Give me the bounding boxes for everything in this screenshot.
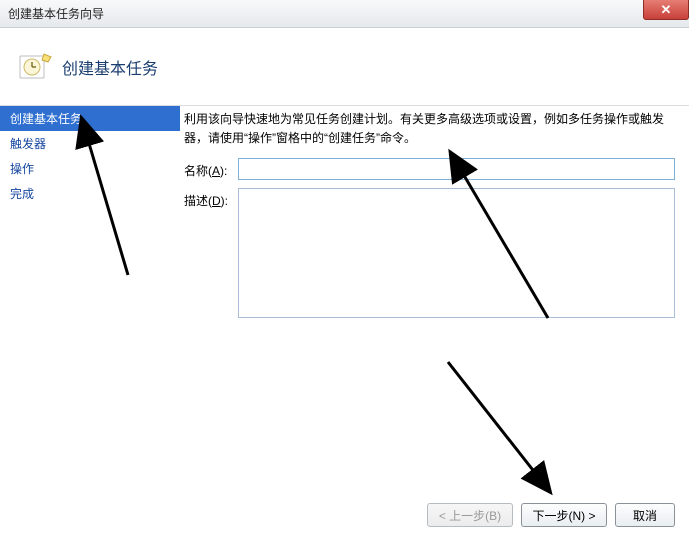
back-button-label: < 上一步(B) [439, 507, 501, 524]
sidebar-item-label: 触发器 [10, 137, 46, 151]
close-icon: ✕ [661, 2, 672, 18]
sidebar-item-finish[interactable]: 完成 [0, 181, 180, 206]
sidebar-item-label: 操作 [10, 162, 34, 176]
sidebar-item-action[interactable]: 操作 [0, 156, 180, 181]
wizard-body: 创建基本任务 触发器 操作 完成 利用该向导快速地为常见任务创建计划。有关更多高… [0, 106, 689, 487]
cancel-button[interactable]: 取消 [615, 503, 675, 527]
content-description: 利用该向导快速地为常见任务创建计划。有关更多高级选项或设置，例如多任务操作或触发… [184, 110, 675, 148]
titlebar: 创建基本任务向导 ✕ [0, 0, 689, 28]
wizard-sidebar: 创建基本任务 触发器 操作 完成 [0, 106, 180, 487]
wizard-header: 创建基本任务 [0, 28, 689, 106]
sidebar-item-trigger[interactable]: 触发器 [0, 131, 180, 156]
sidebar-item-create-basic-task[interactable]: 创建基本任务 [0, 106, 180, 131]
page-title: 创建基本任务 [62, 55, 158, 79]
description-label: 描述(D): [184, 188, 238, 321]
next-button-label: 下一步(N) > [532, 507, 595, 524]
sidebar-item-label: 创建基本任务 [10, 112, 82, 126]
window-title: 创建基本任务向导 [8, 5, 104, 22]
close-button[interactable]: ✕ [643, 0, 689, 20]
description-row: 描述(D): [184, 188, 675, 321]
name-row: 名称(A): [184, 158, 675, 180]
wizard-footer: < 上一步(B) 下一步(N) > 取消 [0, 487, 689, 543]
name-input[interactable] [238, 158, 675, 180]
wizard-icon [18, 50, 52, 84]
name-label: 名称(A): [184, 158, 238, 180]
cancel-button-label: 取消 [633, 507, 657, 524]
description-input[interactable] [238, 188, 675, 318]
next-button[interactable]: 下一步(N) > [521, 503, 607, 527]
wizard-content: 利用该向导快速地为常见任务创建计划。有关更多高级选项或设置，例如多任务操作或触发… [180, 106, 689, 487]
sidebar-item-label: 完成 [10, 187, 34, 201]
back-button: < 上一步(B) [427, 503, 513, 527]
